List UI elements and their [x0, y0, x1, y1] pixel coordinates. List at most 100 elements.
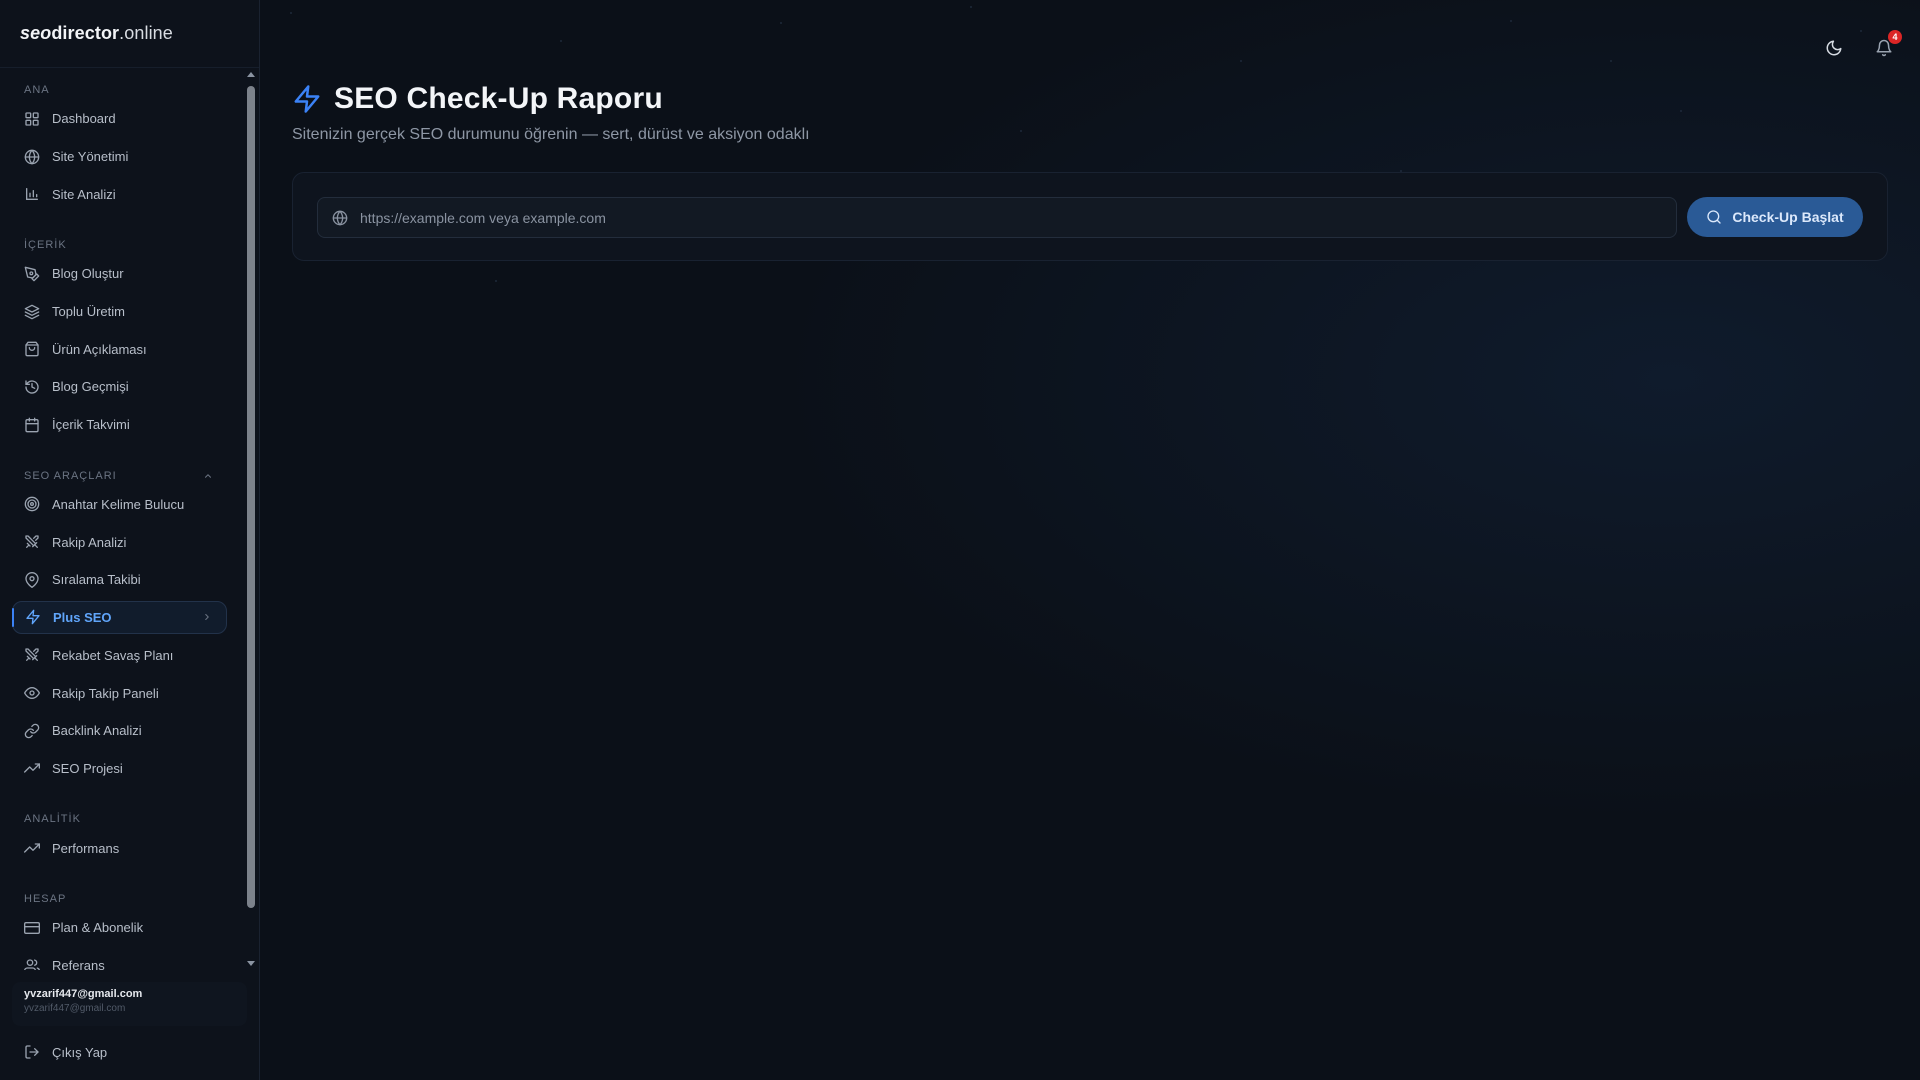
- page-title: SEO Check-Up Raporu: [334, 82, 663, 115]
- scroll-up-arrow[interactable]: [247, 72, 255, 77]
- sidebar-item-referans[interactable]: Referans: [0, 947, 227, 970]
- sidebar-item-anahtar-kelime-bulucu[interactable]: Anahtar Kelime Bulucu: [0, 486, 227, 524]
- sidebar-item-rakip-takip-paneli[interactable]: Rakip Takip Paneli: [0, 674, 227, 712]
- sidebar-item-blog-gecmisi[interactable]: Blog Geçmişi: [0, 368, 227, 406]
- section-label-text: SEO ARAÇLARI: [24, 469, 117, 482]
- sidebar: seo director .online ANA Dashboard Site Yöne…: [0, 0, 260, 1080]
- sidebar-item-label: Blog Geçmişi: [52, 379, 129, 395]
- brand-part-director: director: [51, 23, 120, 43]
- trending-up-icon: [24, 843, 40, 853]
- sidebar-scrollbar[interactable]: [245, 68, 257, 970]
- sidebar-item-label: Backlink Analizi: [52, 723, 142, 739]
- sidebar-item-label: Sıralama Takibi: [52, 572, 141, 588]
- layers-icon: [24, 304, 40, 319]
- topbar: 4: [1822, 30, 1902, 60]
- sidebar-item-site-analizi[interactable]: Site Analizi: [0, 175, 227, 213]
- sidebar-item-label: Blog Oluştur: [52, 266, 124, 282]
- log-out-icon: [25, 1045, 39, 1059]
- url-input[interactable]: [360, 209, 1676, 226]
- scroll-down-arrow[interactable]: [247, 961, 255, 966]
- section-label-text: ANALİTİK: [24, 813, 81, 826]
- bar-chart-icon: [26, 188, 38, 201]
- sidebar-item-blog-olustur[interactable]: Blog Oluştur: [0, 255, 227, 293]
- sidebar-nav: ANA Dashboard Site Yönetimi Site Analizi İÇE…: [0, 68, 259, 970]
- sidebar-item-dashboard[interactable]: Dashboard: [0, 100, 227, 138]
- swords-icon: [25, 648, 39, 662]
- calendar-icon: [25, 417, 39, 432]
- sidebar-item-label: Plan & Abonelik: [52, 920, 144, 936]
- sidebar-item-label: Plus SEO: [53, 609, 112, 625]
- pen-tool-icon: [24, 266, 40, 282]
- notification-badge: 4: [1888, 30, 1902, 44]
- start-checkup-button[interactable]: Check-Up Başlat: [1687, 197, 1863, 237]
- sidebar-item-seo-projesi[interactable]: SEO Projesi: [0, 750, 227, 788]
- title-row: SEO Check-Up Raporu: [292, 82, 810, 116]
- app-root: seo director .online ANA Dashboard Site Yöne…: [0, 0, 1920, 1080]
- sidebar-item-backlink-analizi[interactable]: Backlink Analizi: [0, 712, 227, 750]
- globe-icon: [24, 149, 40, 164]
- user-email: yvzarif447@gmail.com: [24, 988, 143, 1000]
- brand-logo[interactable]: seo director .online: [0, 0, 259, 68]
- main-content: 4 SEO Check-Up Raporu Sitenizin gerçek S…: [260, 0, 1920, 1080]
- sidebar-item-label: Anahtar Kelime Bulucu: [52, 496, 185, 512]
- sidebar-item-label: Rakip Analizi: [52, 534, 127, 550]
- target-icon: [24, 497, 40, 512]
- user-email-secondary: yvzarif447@gmail.com: [24, 1003, 126, 1014]
- sidebar-item-label: Performans: [52, 840, 120, 856]
- sidebar-item-label: Referans: [52, 958, 105, 970]
- user-card[interactable]: yvzarif447@gmail.com yvzarif447@gmail.co…: [12, 982, 247, 1026]
- sidebar-item-plus-seo[interactable]: Plus SEO: [12, 600, 227, 634]
- search-icon: [1707, 210, 1722, 224]
- link-icon: [24, 723, 40, 739]
- page-subtitle: Sitenizin gerçek SEO durumunu öğrenin — …: [292, 126, 810, 143]
- history-icon: [25, 380, 39, 394]
- scrollbar-thumb[interactable]: [247, 86, 255, 908]
- sidebar-item-label: Rakip Takip Paneli: [52, 685, 159, 701]
- sidebar-nav-inner: ANA Dashboard Site Yönetimi Site Analizi İÇE…: [0, 80, 259, 970]
- globe-icon: [332, 210, 348, 225]
- sidebar-item-plan-and-abonelik[interactable]: Plan & Abonelik: [0, 909, 227, 947]
- section-label-text: ANA: [24, 84, 50, 96]
- eye-icon: [24, 687, 40, 700]
- section-label-seo-araclari[interactable]: SEO ARAÇLARI: [0, 466, 237, 486]
- zap-icon: [26, 609, 40, 625]
- shopping-bag-icon: [25, 341, 39, 357]
- credit-card-icon: [24, 921, 40, 934]
- users-icon: [24, 958, 40, 970]
- sidebar-item-icerik-takvimi[interactable]: İçerik Takvimi: [0, 406, 227, 444]
- logout-label: Çıkış Yap: [52, 1044, 108, 1060]
- sidebar-item-label: Dashboard: [52, 111, 116, 127]
- sidebar-item-label: İçerik Takvimi: [52, 417, 130, 433]
- sidebar-item-performans[interactable]: Performans: [0, 829, 227, 867]
- zap-icon: [294, 85, 320, 113]
- map-pin-icon: [25, 571, 39, 588]
- chevron-up-icon[interactable]: [203, 471, 213, 481]
- sidebar-item-label: Ürün Açıklaması: [52, 341, 147, 357]
- sidebar-item-toplu-uretim[interactable]: Toplu Üretim: [0, 293, 227, 331]
- notifications-button[interactable]: 4: [1872, 30, 1902, 60]
- section-label-analitik: ANALİTİK: [0, 809, 237, 829]
- section-label-icerik: İÇERİK: [0, 235, 237, 255]
- sidebar-item-label: Site Yönetimi: [52, 149, 129, 165]
- swords-icon: [25, 535, 39, 549]
- section-label-hesap: HESAP: [0, 889, 237, 909]
- sidebar-item-site-yonetimi[interactable]: Site Yönetimi: [0, 138, 227, 176]
- page-header: SEO Check-Up Raporu Sitenizin gerçek SEO…: [292, 82, 810, 144]
- sidebar-item-siralama-takibi[interactable]: Sıralama Takibi: [0, 561, 227, 599]
- start-checkup-label: Check-Up Başlat: [1732, 209, 1844, 225]
- logout-button[interactable]: Çıkış Yap: [0, 1032, 259, 1072]
- trending-up-icon: [24, 763, 40, 774]
- sidebar-item-rekabet-savas-plani[interactable]: Rekabet Savaş Planı: [0, 637, 227, 675]
- theme-toggle-button[interactable]: [1822, 36, 1846, 60]
- moon-icon: [1826, 40, 1842, 56]
- sidebar-item-label: Site Analizi: [52, 186, 116, 202]
- chevron-right-icon: [205, 614, 209, 621]
- sidebar-item-rakip-analizi[interactable]: Rakip Analizi: [0, 523, 227, 561]
- sidebar-item-urun-aciklamasi[interactable]: Ürün Açıklaması: [0, 330, 227, 368]
- url-input-wrapper[interactable]: [317, 197, 1677, 238]
- brand-part-domain: .online: [119, 23, 173, 43]
